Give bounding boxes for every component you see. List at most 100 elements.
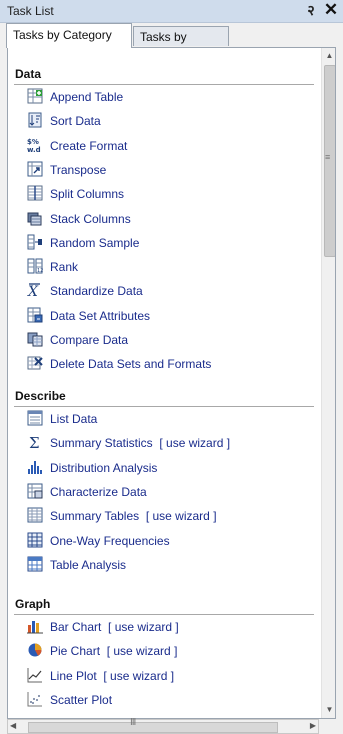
task-label: Summary Tables [ use wizard ]	[50, 509, 217, 523]
task-item-line-plot[interactable]: Line Plot [ use wizard ]	[27, 666, 317, 686]
split-columns-icon	[27, 185, 43, 201]
task-item-create-format[interactable]: $% w.d Create Format	[27, 136, 317, 156]
task-label: Scatter Plot	[50, 693, 112, 707]
task-item-list-data[interactable]: List Data	[27, 409, 317, 429]
task-label-text: Summary Tables	[50, 509, 140, 523]
task-item-transpose[interactable]: Transpose	[27, 160, 317, 180]
task-label: Rank	[50, 260, 78, 274]
task-label-text: Scatter Plot	[50, 693, 113, 707]
task-item-distribution-analysis[interactable]: Distribution Analysis	[27, 458, 317, 478]
task-label-text: Create Format	[50, 139, 128, 153]
scroll-right-arrow-icon[interactable]: ▶	[310, 721, 316, 730]
task-item-characterize-data[interactable]: Characterize Data	[27, 482, 317, 502]
task-item-rank[interactable]: 12 Rank	[27, 257, 317, 277]
stack-columns-icon	[27, 210, 43, 226]
sigma-icon: Σ	[27, 434, 43, 450]
scroll-up-arrow-icon[interactable]: ▲	[322, 48, 335, 64]
task-item-bar-chart[interactable]: Bar Chart [ use wizard ]	[27, 617, 317, 637]
tab-tasks-by-category[interactable]: Tasks by Category	[6, 23, 132, 48]
task-item-append-table[interactable]: Append Table	[27, 87, 317, 107]
rank-icon: 12	[27, 258, 43, 274]
svg-text:$%: $%	[27, 138, 39, 146]
vertical-scrollbar[interactable]: ▲ ≡ ▼	[321, 48, 335, 718]
scroll-grip-icon: ≡	[325, 152, 331, 162]
task-label-text: Data Set Attributes	[50, 309, 151, 323]
task-item-pie-chart[interactable]: Pie Chart [ use wizard ]	[27, 641, 317, 661]
task-list-title-bar: Task List २ ✕	[0, 0, 343, 23]
scatter-plot-icon	[27, 691, 43, 707]
task-label-text: Random Sample	[50, 236, 140, 250]
use-wizard-link[interactable]: [ use wizard ]	[107, 644, 178, 658]
task-label: One-Way Frequencies	[50, 534, 170, 548]
task-item-summary-tables[interactable]: Summary Tables [ use wizard ]	[27, 506, 317, 526]
tab-tasks-by-name[interactable]: Tasks by Name	[133, 26, 229, 64]
use-wizard-link[interactable]: [ use wizard ]	[103, 669, 174, 683]
task-label-text: Transpose	[50, 163, 107, 177]
horizontal-scrollbar[interactable]: ◀ III ▶	[7, 717, 319, 734]
task-label-text: Line Plot	[50, 669, 97, 683]
task-item-random-sample[interactable]: Random Sample	[27, 233, 317, 253]
task-item-summary-statistics[interactable]: Σ Summary Statistics [ use wizard ]	[27, 433, 317, 453]
task-label-text: Compare Data	[50, 333, 129, 347]
use-wizard-link[interactable]: [ use wizard ]	[159, 436, 230, 450]
list-data-icon	[27, 410, 43, 426]
task-label: Line Plot [ use wizard ]	[50, 669, 174, 683]
append-table-icon	[27, 88, 43, 104]
task-label: Transpose	[50, 163, 106, 177]
task-label: Bar Chart [ use wizard ]	[50, 620, 179, 634]
characterize-data-icon	[27, 483, 43, 499]
summary-tables-icon	[27, 507, 43, 523]
task-label: Summary Statistics [ use wizard ]	[50, 436, 230, 450]
scroll-left-arrow-icon[interactable]: ◀	[10, 721, 16, 730]
bar-chart-icon	[27, 618, 43, 634]
pin-icon[interactable]: २	[304, 1, 318, 20]
task-item-split-columns[interactable]: Split Columns	[27, 184, 317, 204]
task-item-standardize-data[interactable]: X Standardize Data	[27, 281, 317, 301]
one-way-frequencies-icon	[27, 532, 43, 548]
task-item-compare-data[interactable]: Compare Data	[27, 330, 317, 350]
task-label: Delete Data Sets and Formats	[50, 357, 211, 371]
svg-text:12: 12	[37, 268, 43, 274]
task-item-delete-data-sets-and-formats[interactable]: Delete Data Sets and Formats	[27, 354, 317, 374]
delete-data-sets-icon	[27, 355, 43, 371]
task-item-one-way-frequencies[interactable]: One-Way Frequencies	[27, 531, 317, 551]
close-icon[interactable]: ✕	[323, 0, 339, 20]
task-label-text: Distribution Analysis	[50, 461, 158, 475]
transpose-icon	[27, 161, 43, 177]
horizontal-scroll-thumb[interactable]	[28, 722, 278, 733]
task-item-sort-data[interactable]: Sort Data	[27, 111, 317, 131]
use-wizard-link[interactable]: [ use wizard ]	[108, 620, 179, 634]
task-item-stack-columns[interactable]: Stack Columns	[27, 209, 317, 229]
task-list-panel: Data Append Table Sort Data $% w.d Create For…	[7, 47, 336, 719]
task-label-text: Stack Columns	[50, 212, 131, 226]
task-label-text: Summary Statistics	[50, 436, 153, 450]
section-header-data: Data	[14, 66, 314, 85]
task-label: Table Analysis	[50, 558, 126, 572]
random-sample-icon	[27, 234, 43, 250]
window-title: Task List	[7, 4, 54, 18]
task-item-table-analysis[interactable]: Table Analysis	[27, 555, 317, 575]
task-item-scatter-plot[interactable]: Scatter Plot	[27, 690, 317, 710]
task-label: Create Format	[50, 139, 127, 153]
section-title: Describe	[15, 389, 66, 403]
task-label-text: Sort Data	[50, 114, 101, 128]
task-label: Characterize Data	[50, 485, 147, 499]
line-plot-icon	[27, 667, 43, 683]
task-label: Append Table	[50, 90, 123, 104]
table-analysis-icon	[27, 556, 43, 572]
task-item-data-set-attributes[interactable]: Data Set Attributes	[27, 306, 317, 326]
task-label: Stack Columns	[50, 212, 131, 226]
svg-text:w.d: w.d	[27, 146, 41, 153]
use-wizard-link[interactable]: [ use wizard ]	[146, 509, 217, 523]
task-label: List Data	[50, 412, 97, 426]
data-set-attributes-icon	[27, 307, 43, 323]
task-label: Random Sample	[50, 236, 139, 250]
task-label-text: Pie Chart	[50, 644, 101, 658]
task-label: Split Columns	[50, 187, 124, 201]
task-label: Sort Data	[50, 114, 101, 128]
standardize-data-icon: X	[27, 282, 43, 298]
pie-chart-icon	[27, 642, 43, 658]
task-label-text: Standardize Data	[50, 284, 143, 298]
scroll-down-arrow-icon[interactable]: ▼	[322, 702, 335, 718]
task-label-text: Table Analysis	[50, 558, 127, 572]
